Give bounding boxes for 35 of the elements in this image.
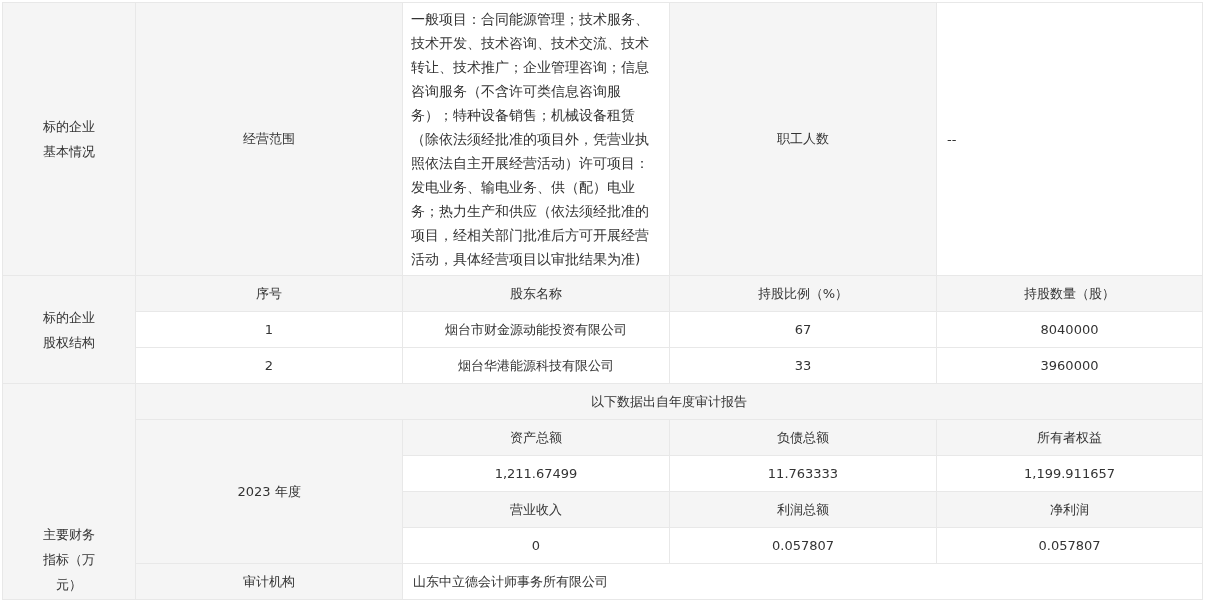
section-label: 标的企业基本情况 (42, 118, 96, 161)
table-cell: 1,199.911657 (936, 455, 1203, 492)
field-value: -- (936, 2, 1203, 276)
section-label: 主要财务指标（万元） (42, 526, 96, 594)
column-header: 营业收入 (402, 491, 670, 528)
table-cell: 2 (135, 347, 403, 384)
column-header: 负债总额 (669, 419, 937, 456)
field-value: 山东中立德会计师事务所有限公司 (402, 563, 1203, 600)
table-cell: 0.057807 (669, 527, 937, 564)
table-cell: 33 (669, 347, 937, 384)
column-header: 持股数量（股） (936, 275, 1203, 312)
field-value: 一般项目：合同能源管理；技术服务、技术开发、技术咨询、技术交流、技术转让、技术推广；企业管理咨询；信息咨询服务（不含许可类信息咨询服务）；特种设备销售；机械设备租赁（除依法须经批准的项目外，凭营业执照依法自主开展经营活动）许可项目：发电业务、输电业务、供（配）电业务；热力生产和供应（依法须经批准的项目，经相关部门批准后方可开展经营活动，具体经营项目以审批结果为准) (402, 2, 670, 276)
column-header: 股东名称 (402, 275, 670, 312)
field-label: 审计机构 (135, 563, 403, 600)
table-cell: 67 (669, 311, 937, 348)
column-header: 利润总额 (669, 491, 937, 528)
field-label: 职工人数 (669, 2, 937, 276)
table-cell: 烟台华港能源科技有限公司 (402, 347, 670, 384)
table-cell: 烟台市财金源动能投资有限公司 (402, 311, 670, 348)
column-header: 序号 (135, 275, 403, 312)
table-cell: 3960000 (936, 347, 1203, 384)
table-cell: 8040000 (936, 311, 1203, 348)
table-cell: 1,211.67499 (402, 455, 670, 492)
table-cell: 1 (135, 311, 403, 348)
period-label: 2023 年度 (135, 419, 403, 564)
table-cell: 11.763333 (669, 455, 937, 492)
column-header: 净利润 (936, 491, 1203, 528)
column-header: 持股比例（%） (669, 275, 937, 312)
field-label: 经营范围 (135, 2, 403, 276)
column-header: 资产总额 (402, 419, 670, 456)
table-cell: 0.057807 (936, 527, 1203, 564)
table-cell: 0 (402, 527, 670, 564)
note-text: 以下数据出自年度审计报告 (135, 383, 1203, 420)
section-label: 标的企业股权结构 (42, 308, 96, 352)
column-header: 所有者权益 (936, 419, 1203, 456)
